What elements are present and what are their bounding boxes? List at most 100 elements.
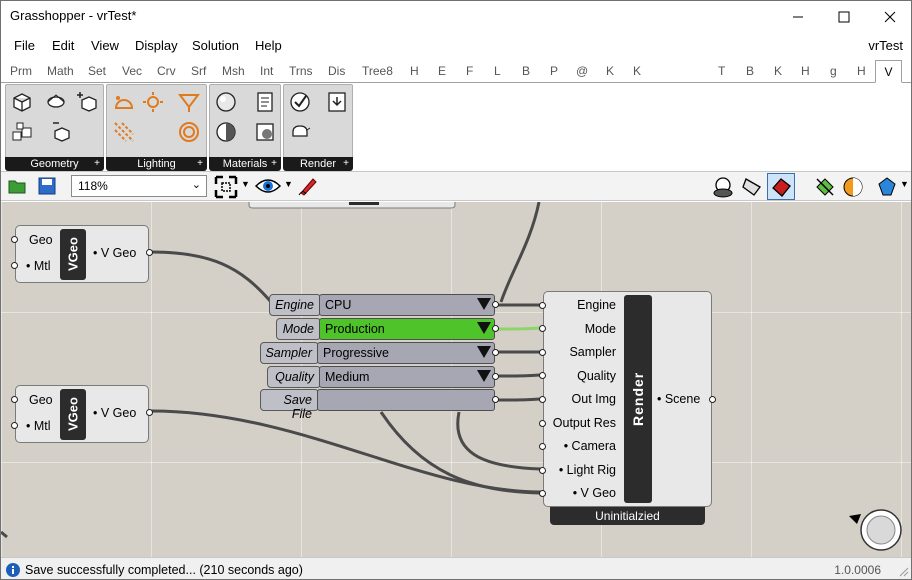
area-light-icon[interactable]	[112, 120, 136, 144]
tab-int[interactable]: Int	[260, 64, 273, 78]
sun-light-icon[interactable]	[141, 90, 165, 114]
tab-dis[interactable]: Dis	[328, 64, 345, 78]
tab-v[interactable]: V	[875, 60, 902, 83]
tab-e[interactable]: E	[438, 64, 446, 78]
input-nib-mtl[interactable]	[11, 262, 18, 269]
dome-light-icon[interactable]	[112, 90, 136, 114]
input-nib-mtl[interactable]	[11, 422, 18, 429]
panel-value[interactable]	[317, 389, 495, 411]
input-nib-vgeo[interactable]	[539, 490, 546, 497]
zoom-dropdown[interactable]: 118% ⌄	[71, 175, 207, 197]
tab-tree8[interactable]: Tree8	[362, 64, 393, 78]
output-nib[interactable]	[492, 396, 499, 403]
value-list-engine[interactable]: Engine CPU	[269, 294, 499, 316]
navigation-compass-icon[interactable]	[847, 504, 903, 554]
preview-wireframe-icon[interactable]	[740, 175, 764, 199]
tab-g[interactable]: g	[830, 64, 837, 78]
input-nib-engine[interactable]	[539, 302, 546, 309]
zoom-extents-menu-icon[interactable]: ▼	[241, 179, 250, 189]
menu-display[interactable]: Display	[135, 38, 178, 53]
multi-geometry-icon[interactable]	[10, 120, 34, 144]
tab-set[interactable]: Set	[88, 64, 106, 78]
light-rig-icon[interactable]	[177, 120, 201, 144]
material-ball-icon[interactable]	[841, 175, 865, 199]
menu-view[interactable]: View	[91, 38, 119, 53]
material-texture-icon[interactable]	[253, 120, 277, 144]
zoom-extents-icon[interactable]	[214, 175, 238, 199]
value-list-dropdown[interactable]: Production	[319, 318, 495, 340]
close-button[interactable]	[867, 1, 911, 32]
tab-h3[interactable]: H	[857, 64, 866, 78]
open-file-icon[interactable]	[7, 176, 27, 196]
output-nib[interactable]	[492, 301, 499, 308]
tab-t[interactable]: T	[718, 64, 725, 78]
maximize-button[interactable]	[821, 1, 867, 32]
tab-msh[interactable]: Msh	[222, 64, 245, 78]
input-nib-quality[interactable]	[539, 372, 546, 379]
menu-help[interactable]: Help	[255, 38, 282, 53]
minimize-button[interactable]	[775, 1, 821, 32]
input-nib-geo[interactable]	[11, 396, 18, 403]
input-nib-sampler[interactable]	[539, 349, 546, 356]
value-list-dropdown[interactable]: Progressive	[317, 342, 495, 364]
tab-b2[interactable]: B	[746, 64, 754, 78]
tab-l[interactable]: L	[494, 64, 501, 78]
tab-crv[interactable]: Crv	[157, 64, 176, 78]
input-nib-geo[interactable]	[11, 236, 18, 243]
menu-edit[interactable]: Edit	[52, 38, 74, 53]
panel-save-file[interactable]: Save File	[260, 389, 499, 421]
material-document-icon[interactable]	[253, 90, 277, 114]
value-list-dropdown[interactable]: CPU	[319, 294, 495, 316]
value-list-mode[interactable]: Mode Production	[276, 318, 499, 340]
geometry-plus-icon[interactable]	[76, 90, 100, 114]
value-list-quality[interactable]: Quality Medium	[267, 366, 499, 388]
tab-h[interactable]: H	[410, 64, 419, 78]
box-geometry-icon[interactable]	[10, 90, 34, 114]
tab-h2[interactable]: H	[801, 64, 810, 78]
input-nib-camera[interactable]	[539, 443, 546, 450]
input-nib-mode[interactable]	[539, 325, 546, 332]
preview-selected-toggle[interactable]	[767, 173, 795, 200]
output-nib-vgeo[interactable]	[146, 249, 153, 256]
tab-trns[interactable]: Trns	[289, 64, 313, 78]
tab-b[interactable]: B	[522, 64, 530, 78]
input-nib-out-img[interactable]	[539, 396, 546, 403]
output-nib-scene[interactable]	[709, 396, 716, 403]
sketch-pen-icon[interactable]	[297, 175, 319, 197]
tab-math[interactable]: Math	[47, 64, 74, 78]
resize-grip-icon[interactable]	[898, 566, 910, 578]
geometry-transform-icon[interactable]	[50, 120, 74, 144]
preview-eye-icon[interactable]	[255, 176, 281, 196]
render-check-icon[interactable]	[288, 90, 312, 114]
output-nib[interactable]	[492, 373, 499, 380]
tab-prm[interactable]: Prm	[10, 64, 32, 78]
tab-vec[interactable]: Vec	[122, 64, 142, 78]
render-material-icon[interactable]	[813, 175, 837, 199]
render-save-icon[interactable]	[325, 90, 349, 114]
render-teapot-icon[interactable]	[288, 120, 312, 144]
spot-light-icon[interactable]	[177, 90, 201, 114]
tab-srf[interactable]: Srf	[191, 64, 206, 78]
menu-solution[interactable]: Solution	[192, 38, 239, 53]
tab-k[interactable]: K	[606, 64, 614, 78]
output-nib[interactable]	[492, 325, 499, 332]
render-component[interactable]: Engine Mode Sampler Quality Out Img Outp…	[539, 291, 716, 507]
display-gem-icon[interactable]	[875, 175, 899, 199]
menu-file[interactable]: File	[14, 38, 35, 53]
material-sphere-icon[interactable]	[214, 90, 238, 114]
input-nib-light-rig[interactable]	[539, 467, 546, 474]
preview-menu-icon[interactable]: ▼	[284, 179, 293, 189]
value-list-sampler[interactable]: Sampler Progressive	[260, 342, 499, 364]
tab-k3[interactable]: K	[774, 64, 782, 78]
tab-p[interactable]: P	[550, 64, 558, 78]
tab-k2[interactable]: K	[633, 64, 641, 78]
shape-geometry-icon[interactable]	[46, 90, 70, 114]
value-list-dropdown[interactable]: Medium	[319, 366, 495, 388]
save-file-icon[interactable]	[37, 176, 57, 196]
output-nib-vgeo[interactable]	[146, 409, 153, 416]
tab-f[interactable]: F	[466, 64, 473, 78]
tab-at[interactable]: @	[576, 64, 588, 78]
display-menu-icon[interactable]: ▼	[900, 179, 909, 189]
vgeo-component-1[interactable]: Geo • Mtl VGeo • V Geo	[11, 225, 153, 283]
grasshopper-canvas[interactable]: Geo • Mtl VGeo • V Geo Geo • Mtl VGeo • …	[1, 202, 911, 557]
